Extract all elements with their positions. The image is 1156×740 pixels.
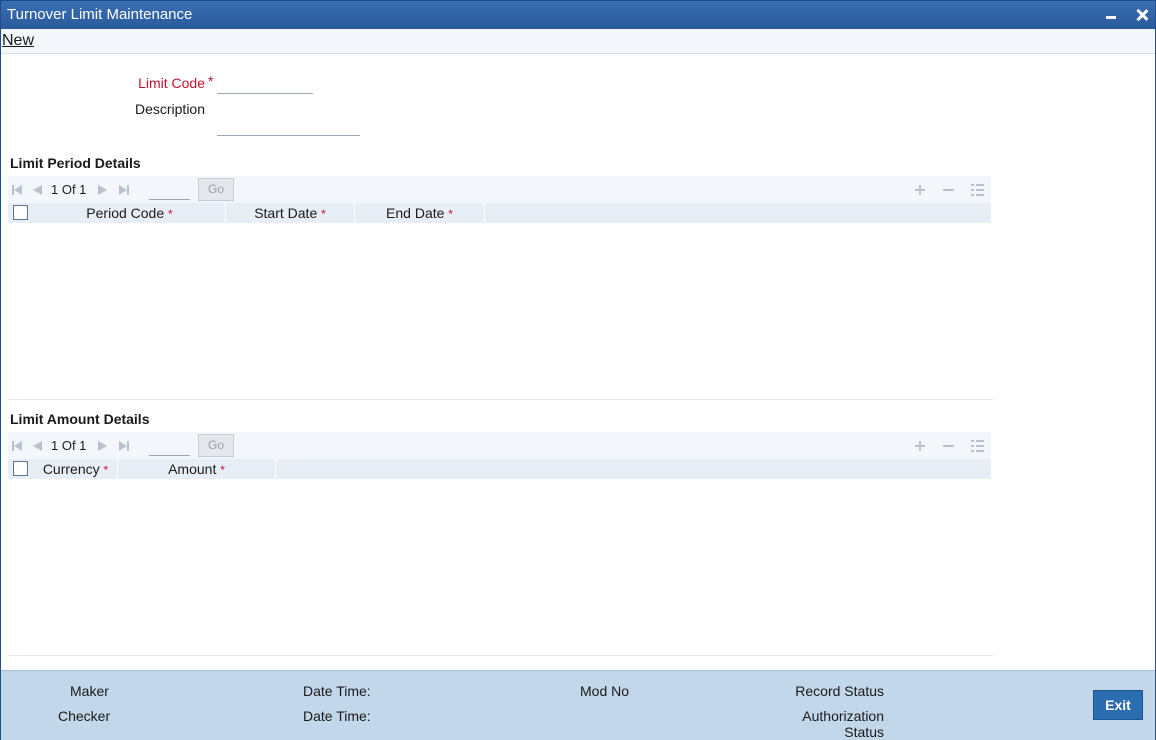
period-pager-bar: 1 Of 1 Go <box>8 176 991 203</box>
amount-grid-header: Currency * Amount * <box>8 459 991 479</box>
required-mark: * <box>103 463 109 477</box>
authorization-status-label: Authorization Status <box>781 708 884 740</box>
window-title: Turnover Limit Maintenance <box>7 6 193 23</box>
first-page-icon[interactable] <box>12 440 24 452</box>
add-row-icon[interactable] <box>914 440 926 452</box>
single-view-icon[interactable] <box>971 439 984 452</box>
page-number-input[interactable] <box>149 436 190 456</box>
limit-amount-section-title: Limit Amount Details <box>10 411 150 427</box>
required-mark: * <box>448 207 453 221</box>
select-all-checkbox[interactable] <box>13 461 28 476</box>
page-indicator: 1 Of 1 <box>51 182 87 197</box>
description-field[interactable] <box>217 117 360 136</box>
first-page-icon[interactable] <box>12 184 24 196</box>
required-mark: * <box>168 207 173 221</box>
previous-page-icon[interactable] <box>33 440 45 452</box>
column-label: Currency <box>42 461 100 477</box>
page-number-input[interactable] <box>149 180 190 200</box>
checker-date-time-label: Date Time: <box>303 708 371 724</box>
previous-page-icon[interactable] <box>33 184 45 196</box>
next-page-icon[interactable] <box>98 184 110 196</box>
authorization-status-line2: Status <box>844 724 884 740</box>
limit-period-grid: 1 Of 1 Go Period Code * Start Date * End… <box>8 176 993 400</box>
mod-no-label: Mod No <box>580 683 630 699</box>
column-header-start-date[interactable]: Start Date * <box>226 203 355 223</box>
limit-amount-grid: 1 Of 1 Go Currency * Amount * <box>8 432 993 656</box>
column-label: Start Date <box>254 205 318 221</box>
record-status-label: Record Status <box>795 683 884 699</box>
column-label: End Date <box>386 205 445 221</box>
toolbar: New <box>1 29 1155 54</box>
required-mark: * <box>220 463 225 477</box>
single-view-icon[interactable] <box>971 183 984 196</box>
next-page-icon[interactable] <box>98 440 110 452</box>
limit-period-section-title: Limit Period Details <box>10 155 141 171</box>
select-all-checkbox[interactable] <box>13 205 28 220</box>
maker-date-time-label: Date Time: <box>303 683 371 699</box>
title-bar: Turnover Limit Maintenance <box>1 1 1155 29</box>
column-label: Period Code <box>86 205 165 221</box>
page-indicator: 1 Of 1 <box>51 438 87 453</box>
delete-row-icon[interactable] <box>942 184 954 196</box>
amount-pager-bar: 1 Of 1 Go <box>8 432 991 459</box>
audit-footer: Maker Checker Date Time: Date Time: Mod … <box>1 670 1155 740</box>
column-header-period-code[interactable]: Period Code * <box>34 203 226 223</box>
last-page-icon[interactable] <box>119 440 131 452</box>
go-button[interactable]: Go <box>198 434 234 457</box>
limit-code-field[interactable] <box>217 75 313 94</box>
add-row-icon[interactable] <box>914 184 926 196</box>
column-header-end-date[interactable]: End Date * <box>355 203 485 223</box>
minimize-icon[interactable] <box>1101 5 1121 25</box>
column-header-amount[interactable]: Amount * <box>118 459 276 479</box>
description-label: Description <box>134 101 205 117</box>
turnover-limit-window: Turnover Limit Maintenance New Limit Cod… <box>0 0 1156 740</box>
column-label: Amount <box>168 461 217 477</box>
exit-button[interactable]: Exit <box>1093 690 1143 720</box>
last-page-icon[interactable] <box>119 184 131 196</box>
delete-row-icon[interactable] <box>942 440 954 452</box>
maker-label: Maker <box>70 683 109 699</box>
go-button[interactable]: Go <box>198 178 234 201</box>
period-grid-header: Period Code * Start Date * End Date * <box>8 203 991 223</box>
checker-label: Checker <box>58 708 111 724</box>
close-icon[interactable] <box>1132 5 1152 25</box>
column-header-currency[interactable]: Currency * <box>34 459 118 479</box>
limit-code-required-mark: * <box>208 73 214 89</box>
new-link[interactable]: New <box>2 32 34 50</box>
limit-code-label: Limit Code <box>138 75 205 91</box>
required-mark: * <box>321 207 326 221</box>
authorization-status-line1: Authorization <box>802 708 884 724</box>
